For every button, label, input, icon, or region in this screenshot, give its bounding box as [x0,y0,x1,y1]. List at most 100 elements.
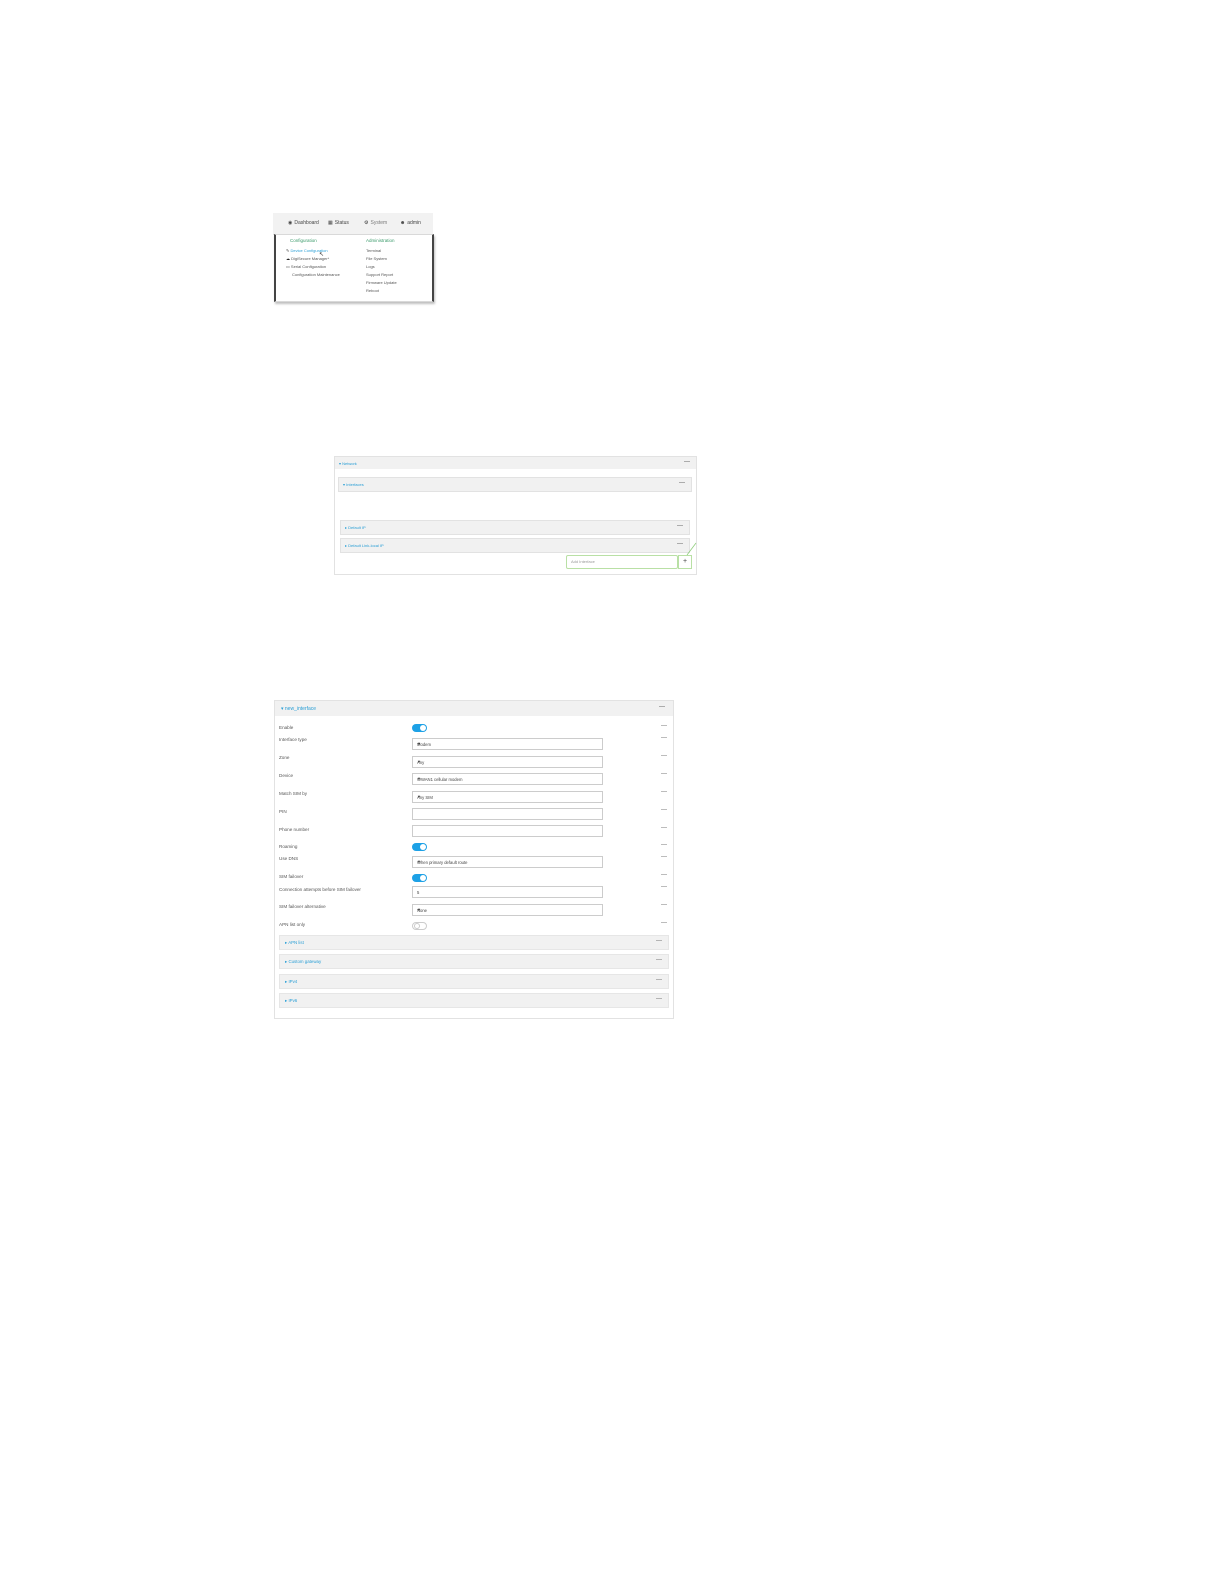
mouse-cursor-icon: ↖ [319,252,325,258]
roaming-label: Roaming [279,844,298,849]
collapse-icon[interactable]: — [656,996,662,1002]
apn-list-only-label: APN list only [279,922,306,927]
phone-number-input[interactable] [412,825,603,837]
ipv6-title: ▸ IPv6 [285,998,298,1003]
sim-failover-alternative-label: SIM failover alternative [279,904,326,909]
sim-failover-alternative-dash-icon[interactable]: — [661,902,667,908]
match-sim-select[interactable]: Any SIM ▼ [412,791,603,803]
default-linklocal-ip-header[interactable]: ▸ Default Link-local IP — [340,538,690,553]
new-interface-title: ▾ new_interface [281,706,317,712]
default-ip-header[interactable]: ▸ Default IP — [340,520,690,535]
phone-number-label: Phone number [279,827,310,832]
menu-firmware-update[interactable]: Firmware Update [366,280,397,285]
caret-down-icon: ▼ [417,794,421,799]
apn-list-only-dash-icon[interactable]: — [661,920,667,926]
match-sim-label: Match SIM by [279,791,308,796]
interface-type-dash-icon[interactable]: — [661,735,667,741]
match-sim-dash-icon[interactable]: — [661,789,667,795]
administration-heading: Administration [366,238,395,243]
sim-failover-toggle[interactable] [412,874,427,882]
gear-icon: ⚙ [364,220,369,226]
connection-attempts-dash-icon[interactable]: — [661,884,667,890]
collapse-icon[interactable]: — [656,957,662,963]
apn-list-section[interactable]: ▸ APN list — [279,935,669,950]
add-interface-input[interactable]: Add Interface [566,555,678,569]
nav-status-label: Status [334,220,349,226]
ipv4-title: ▸ IPv4 [285,979,298,984]
pin-input[interactable] [412,808,603,820]
ipv4-section[interactable]: ▸ IPv4 — [279,974,669,989]
collapse-icon[interactable]: — [677,523,683,529]
nav-admin[interactable]: ☻ admin [400,220,421,226]
enable-toggle[interactable] [412,724,427,732]
grid-icon: ▦ [328,220,333,226]
use-dns-dash-icon[interactable]: — [661,854,667,860]
dashboard-icon: ◉ [288,220,293,226]
collapse-icon[interactable]: — [679,480,685,486]
interface-type-select[interactable]: Modem ▼ [412,738,603,750]
new-interface-screenshot: ▾ new_interface — Enable — Interface typ… [274,700,674,1019]
user-icon: ☻ [400,220,406,226]
nav-system-label: System [370,220,388,226]
collapse-icon[interactable]: — [656,938,662,944]
nav-admin-label: admin [407,220,421,226]
enable-dash-icon[interactable]: — [661,723,667,729]
enable-label: Enable [279,725,294,730]
menu-serial-configuration[interactable]: ▭ Serial Configuration [286,264,326,269]
pin-label: PIN [279,809,287,814]
sim-failover-dash-icon[interactable]: — [661,872,667,878]
menu-terminal[interactable]: Terminal [366,248,381,253]
connection-attempts-label: Connection attempts before SIM failover [279,887,361,892]
custom-gateway-section[interactable]: ▸ Custom gateway — [279,954,669,969]
interfaces-panel-header[interactable]: ▾ Interfaces — [338,477,692,492]
ipv6-section[interactable]: ▸ IPv6 — [279,993,669,1008]
device-dash-icon[interactable]: — [661,771,667,777]
system-menu-screenshot: ◉ Dashboard ▦ Status ⚙ System ☻ admin Co… [273,213,434,303]
collapse-icon[interactable]: — [684,459,690,465]
roaming-toggle[interactable] [412,843,427,851]
default-ip-title: ▸ Default IP [345,525,366,530]
apn-list-title: ▸ APN list [285,940,304,945]
caret-down-icon: ▼ [417,776,421,781]
caret-down-icon: ▼ [417,859,421,864]
menu-reboot[interactable]: Reboot [366,288,379,293]
menu-configuration-maintenance[interactable]: Configuration Maintenance [292,272,340,277]
configuration-heading: Configuration [290,238,317,243]
system-dropdown: Configuration ✎ Device Configuration ☁ D… [274,234,434,302]
top-navigation: ◉ Dashboard ▦ Status ⚙ System ☻ admin [273,213,433,235]
menu-support-report[interactable]: Support Report [366,272,393,277]
menu-serial-configuration-label: Serial Configuration [290,264,327,269]
add-interface-button[interactable]: + [678,555,692,569]
collapse-icon[interactable]: — [659,704,665,710]
nav-status[interactable]: ▦ Status [328,220,349,226]
interfaces-panel-title: ▾ Interfaces [343,482,364,487]
nav-dashboard[interactable]: ◉ Dashboard [288,220,319,226]
caret-down-icon: ▼ [417,741,421,746]
phone-number-dash-icon[interactable]: — [661,825,667,831]
custom-gateway-title: ▸ Custom gateway [285,959,322,964]
caret-down-icon: ▼ [417,759,421,764]
zone-label: Zone [279,755,290,760]
pointer-line-icon [686,542,697,556]
connection-attempts-input[interactable]: 5 [412,886,603,898]
roaming-dash-icon[interactable]: — [661,842,667,848]
use-dns-select[interactable]: When primary default route ▼ [412,856,603,868]
default-linklocal-ip-title: ▸ Default Link-local IP [345,543,384,548]
pin-dash-icon[interactable]: — [661,807,667,813]
collapse-icon[interactable]: — [656,977,662,983]
menu-file-system[interactable]: File System [366,256,387,261]
serial-icon: ▭ [286,264,290,269]
menu-logs[interactable]: Logs [366,264,375,269]
zone-dash-icon[interactable]: — [661,753,667,759]
nav-system[interactable]: ⚙ System [364,220,387,226]
add-interface-placeholder: Add Interface [571,559,595,564]
zone-select[interactable]: Any ▼ [412,756,603,768]
new-interface-body: Enable — Interface type Modem ▼ — Zone A… [274,716,674,1019]
network-panel-title: ▾ Network [339,461,357,466]
interface-type-label: Interface type [279,737,307,742]
device-select[interactable]: WWAN1 cellular modem ▼ [412,773,603,785]
apn-list-only-toggle[interactable] [412,922,427,930]
sim-failover-alternative-select[interactable]: None ▼ [412,904,603,916]
caret-down-icon: ▼ [417,907,421,912]
collapse-icon[interactable]: — [677,541,683,547]
